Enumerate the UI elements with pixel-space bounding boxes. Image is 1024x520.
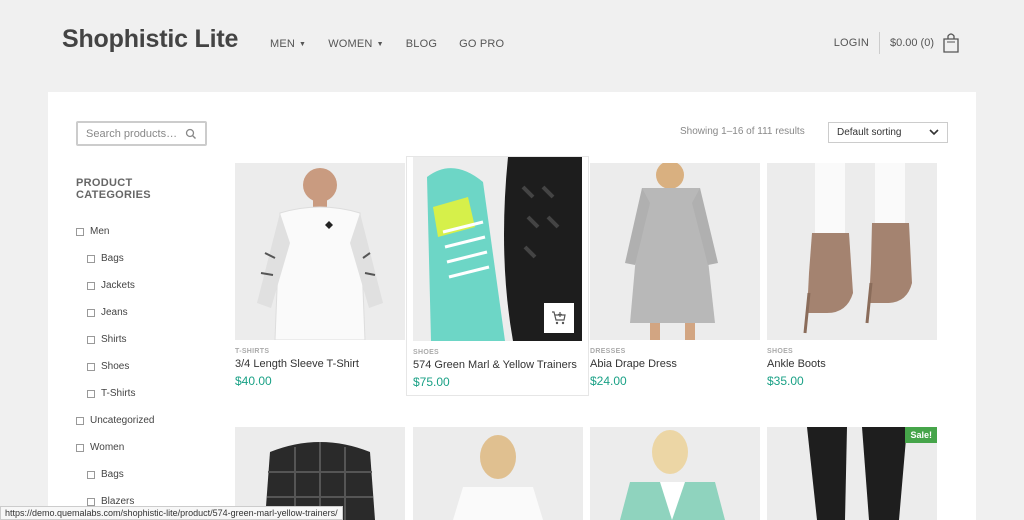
main-nav: MEN ▼ WOMEN ▼ BLOG GO PRO — [270, 38, 526, 50]
checkbox-icon[interactable] — [87, 362, 95, 371]
product-price: $24.00 — [590, 374, 627, 388]
product-category[interactable]: SHOES — [413, 349, 582, 356]
boots-photo — [767, 163, 937, 340]
checkbox-icon[interactable] — [87, 389, 95, 398]
site-header: Shophistic Lite MEN ▼ WOMEN ▼ BLOG GO PR… — [0, 0, 1024, 92]
cart-add-icon — [552, 311, 566, 325]
category-item[interactable]: Shoes — [76, 353, 154, 380]
chevron-down-icon: ▼ — [299, 40, 307, 48]
model-photo — [413, 427, 583, 520]
category-item[interactable]: Jackets — [76, 272, 154, 299]
shop-content: Search products… PRODUCT CATEGORIES Men … — [48, 92, 976, 520]
category-label: Jeans — [101, 307, 128, 318]
product-name[interactable]: Ankle Boots — [767, 358, 937, 370]
checkbox-icon[interactable] — [76, 443, 84, 452]
product-card[interactable]: DRESSES Abia Drape Dress $24.00 — [590, 163, 760, 388]
category-item[interactable]: Shirts — [76, 326, 154, 353]
checkbox-icon[interactable] — [87, 308, 95, 317]
header-actions: LOGIN $0.00 (0) — [834, 32, 960, 54]
chevron-down-icon — [929, 129, 939, 136]
categories-heading: PRODUCT CATEGORIES — [76, 177, 151, 201]
sort-dropdown[interactable]: Default sorting — [828, 122, 948, 143]
product-image[interactable] — [767, 163, 937, 340]
search-placeholder: Search products… — [86, 127, 178, 140]
checkbox-icon[interactable] — [87, 470, 95, 479]
product-category[interactable]: DRESSES — [590, 348, 760, 355]
category-item[interactable]: Uncategorized — [76, 407, 154, 434]
checkbox-icon[interactable] — [87, 335, 95, 344]
product-card[interactable]: Sale! — [767, 427, 937, 520]
sale-badge: Sale! — [905, 427, 937, 443]
product-image[interactable]: Sale! — [767, 427, 937, 520]
product-card[interactable] — [413, 427, 583, 520]
product-image[interactable] — [590, 427, 760, 520]
category-label: Jackets — [101, 280, 135, 291]
product-image[interactable] — [413, 427, 583, 520]
product-image[interactable] — [590, 163, 760, 340]
browser-status-bar: https://demo.quemalabs.com/shophistic-li… — [0, 506, 343, 520]
product-category[interactable]: SHOES — [767, 348, 937, 355]
category-label: Women — [90, 442, 125, 453]
product-card[interactable]: SHOES Ankle Boots $35.00 — [767, 163, 937, 388]
category-item[interactable]: Women — [76, 434, 154, 461]
site-logo[interactable]: Shophistic Lite — [62, 25, 238, 54]
category-item[interactable]: Bags — [76, 461, 154, 488]
product-image[interactable] — [413, 157, 582, 341]
nav-blog[interactable]: BLOG — [406, 38, 437, 50]
category-label: T-Shirts — [101, 388, 136, 399]
product-price: $35.00 — [767, 374, 804, 388]
checkbox-icon[interactable] — [87, 281, 95, 290]
nav-blog-label: BLOG — [405, 38, 438, 50]
nav-go-pro-label: GO PRO — [459, 38, 505, 50]
tshirt-photo — [235, 163, 405, 340]
login-link[interactable]: LOGIN — [834, 32, 880, 54]
category-item[interactable]: Jeans — [76, 299, 154, 326]
search-icon[interactable] — [185, 128, 197, 140]
category-item[interactable]: T-Shirts — [76, 380, 154, 407]
nav-women-label: WOMEN — [328, 38, 373, 50]
product-card[interactable]: SHOES 574 Green Marl & Yellow Trainers $… — [406, 156, 589, 396]
search-input[interactable]: Search products… — [76, 121, 207, 146]
product-card[interactable] — [590, 427, 760, 520]
product-name[interactable]: 574 Green Marl & Yellow Trainers — [413, 359, 582, 371]
category-item[interactable]: Men — [76, 218, 154, 245]
category-item[interactable]: Bags — [76, 245, 154, 272]
categories-list: Men Bags Jackets Jeans Shirts Shoes T-Sh… — [76, 218, 154, 515]
category-label: Shirts — [101, 334, 127, 345]
sort-selected: Default sorting — [837, 127, 902, 138]
product-price: $75.00 — [413, 375, 450, 389]
nav-men[interactable]: MEN ▼ — [270, 38, 306, 50]
product-name[interactable]: 3/4 Length Sleeve T-Shirt — [235, 358, 405, 370]
chevron-down-icon: ▼ — [376, 40, 384, 48]
results-count: Showing 1–16 of 111 results — [680, 126, 805, 137]
nav-women[interactable]: WOMEN ▼ — [328, 38, 384, 50]
checkbox-icon[interactable] — [87, 497, 95, 506]
checkbox-icon[interactable] — [76, 416, 84, 425]
checkbox-icon[interactable] — [87, 254, 95, 263]
product-name[interactable]: Abia Drape Dress — [590, 358, 760, 370]
product-category[interactable]: T-SHIRTS — [235, 348, 405, 355]
category-label: Men — [90, 226, 110, 237]
product-card[interactable]: T-SHIRTS 3/4 Length Sleeve T-Shirt $40.0… — [235, 163, 405, 388]
add-to-cart-button[interactable] — [544, 303, 574, 333]
category-label: Shoes — [101, 361, 130, 372]
category-label: Bags — [101, 469, 124, 480]
jacket-photo — [590, 427, 760, 520]
nav-men-label: MEN — [270, 38, 296, 50]
nav-go-pro[interactable]: GO PRO — [459, 38, 504, 50]
dress-photo — [590, 163, 760, 340]
cart-total[interactable]: $0.00 (0) — [890, 32, 934, 54]
category-label: Bags — [101, 253, 124, 264]
category-label: Uncategorized — [90, 415, 155, 426]
shopping-bag-icon[interactable] — [942, 32, 960, 54]
product-image[interactable] — [235, 163, 405, 340]
product-price: $40.00 — [235, 374, 272, 388]
checkbox-icon[interactable] — [76, 227, 84, 236]
